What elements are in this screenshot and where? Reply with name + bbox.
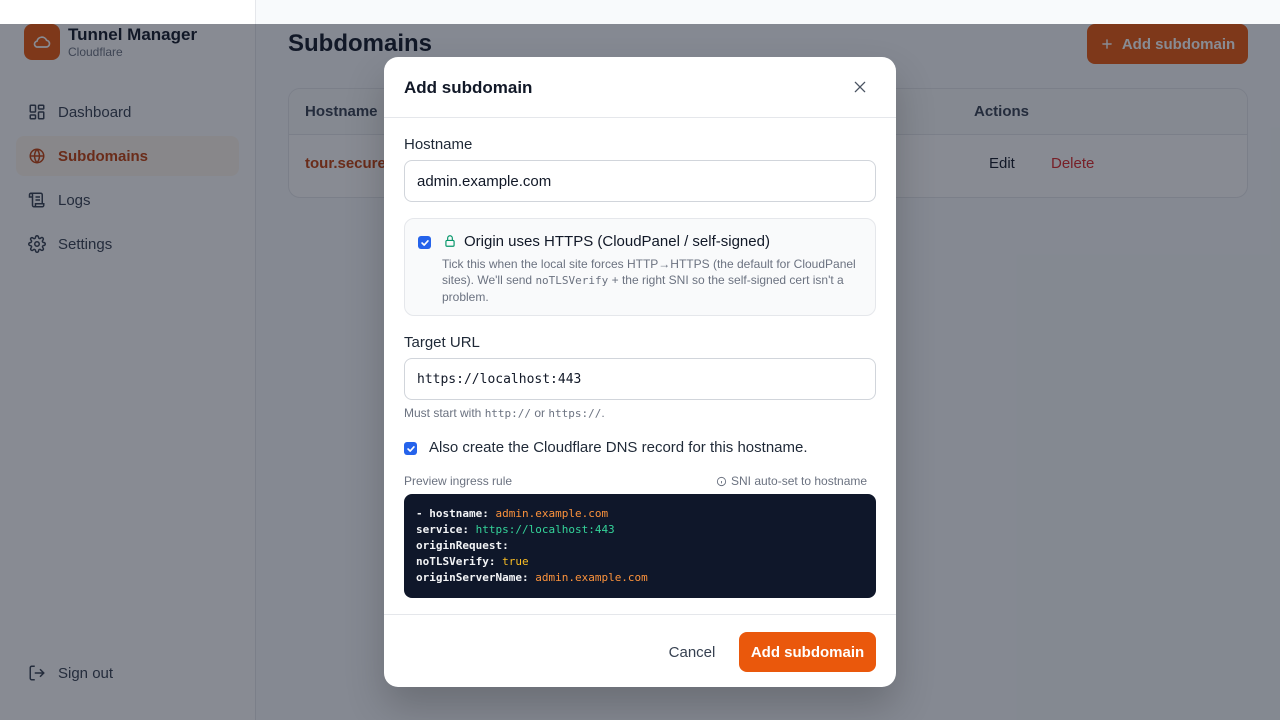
hostname-value: admin.example.com (417, 172, 552, 190)
modal-title: Add subdomain (404, 78, 533, 97)
submit-add-subdomain-button[interactable]: Add subdomain (739, 632, 876, 672)
sni-note: SNI auto-set to hostname (716, 474, 867, 488)
top-band (0, 0, 1280, 24)
close-icon[interactable] (850, 77, 870, 97)
info-icon (716, 476, 727, 486)
add-subdomain-dialog: Add subdomain Hostname admin.example.com… (384, 57, 896, 687)
https-option-description: Tick this when the local site forces HTT… (442, 257, 856, 304)
dns-record-label[interactable]: Also create the Cloudflare DNS record fo… (429, 439, 808, 456)
target-url-value: https://localhost:443 (417, 371, 582, 387)
hostname-label: Hostname (404, 136, 473, 153)
preview-label: Preview ingress rule (404, 474, 513, 488)
lock-icon (445, 235, 455, 247)
target-url-label: Target URL (404, 334, 480, 351)
target-url-hint: Must start with http:// or https://. (404, 406, 605, 420)
https-option-title: Origin uses HTTPS (CloudPanel / self-sig… (464, 233, 770, 250)
https-option-box: Origin uses HTTPS (CloudPanel / self-sig… (404, 218, 876, 316)
hostname-input[interactable]: admin.example.com (404, 160, 876, 202)
modal-header: Add subdomain (384, 57, 896, 118)
dns-record-checkbox[interactable] (404, 442, 417, 455)
cancel-button[interactable]: Cancel (656, 632, 728, 672)
modal-footer: Cancel Add subdomain (384, 614, 896, 687)
ingress-preview-code: - hostname: admin.example.com service: h… (404, 494, 876, 598)
https-checkbox[interactable] (418, 236, 431, 249)
target-url-input[interactable]: https://localhost:443 (404, 358, 876, 400)
